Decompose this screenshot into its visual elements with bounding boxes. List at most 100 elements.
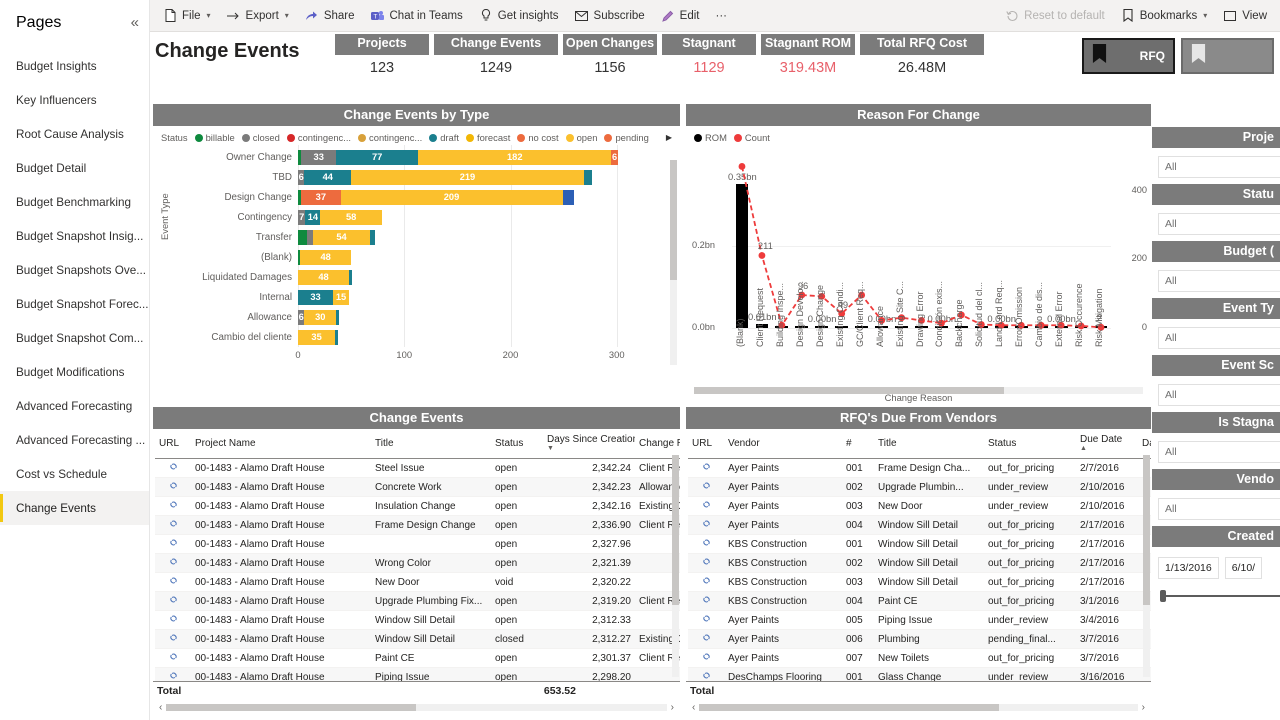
link-icon[interactable] [155, 477, 191, 497]
bar-segment[interactable] [336, 309, 340, 325]
table-row[interactable]: 00-1483 - Alamo Draft House Paint CE open 2… [155, 648, 680, 668]
column-header-url[interactable]: URL [688, 429, 724, 459]
toolbar-subscribe[interactable]: Subscribe [568, 6, 652, 26]
link-icon[interactable] [155, 572, 191, 592]
column-header-days-since-creation[interactable]: Days Since Creation ▼ [543, 429, 635, 459]
link-icon[interactable] [155, 553, 191, 573]
link-icon[interactable] [155, 629, 191, 649]
bar-row[interactable]: Allowance 6 30 [173, 307, 680, 327]
kpi-card-open-changes[interactable]: Open Changes 1156 [563, 34, 657, 76]
filter-dropdown[interactable]: All [1158, 327, 1280, 349]
link-icon[interactable] [688, 629, 724, 649]
legend-item-contingenc[interactable]: contingenc... [358, 132, 422, 143]
bar-segment[interactable]: 14 [305, 209, 321, 225]
table-row[interactable]: 00-1483 - Alamo Draft House Upgrade Plumb… [155, 591, 680, 611]
bar-row[interactable]: Design Change 37 209 [173, 187, 680, 207]
bar-segment[interactable] [583, 169, 593, 185]
bar-segment[interactable]: 77 [336, 149, 419, 165]
legend-item-contingenc[interactable]: contingenc... [286, 132, 351, 143]
bar-segment[interactable]: 54 [312, 229, 371, 245]
bar-segment[interactable]: 48 [300, 249, 352, 265]
bar-segment[interactable] [370, 229, 375, 245]
toolbar-view[interactable]: View [1216, 6, 1274, 26]
bar-row[interactable]: Owner Change 33 77 182 6 [173, 147, 680, 167]
date-end-input[interactable]: 6/10/ [1224, 557, 1263, 579]
link-icon[interactable] [155, 667, 191, 681]
toolbar-bookmarks[interactable]: Bookmarks ▾ [1114, 6, 1215, 26]
scroll-left-icon[interactable]: ‹ [692, 702, 695, 713]
bar-row[interactable]: Transfer 54 [173, 227, 680, 247]
sidebar-item-advanced-forecasting[interactable]: Advanced Forecasting [0, 389, 149, 423]
date-start-input[interactable]: 1/13/2016 [1158, 557, 1219, 579]
bar-row[interactable]: Internal 33 15 [173, 287, 680, 307]
bookmark-button-rfq[interactable]: RFQ [1082, 38, 1175, 74]
column-header-vendor[interactable]: Vendor [724, 429, 842, 459]
toolbar-get-insights[interactable]: Get insights [472, 6, 566, 26]
bookmark-button-secondary[interactable] [1181, 38, 1274, 74]
bar-segment[interactable]: 209 [340, 189, 563, 205]
toolbar-reset-to-default[interactable]: Reset to default [998, 6, 1112, 26]
table-row[interactable]: 00-1483 - Alamo Draft House Insulation Ch… [155, 496, 680, 516]
sidebar-item-budget-modifications[interactable]: Budget Modifications [0, 355, 149, 389]
sidebar-item-key-influencers[interactable]: Key Influencers [0, 83, 149, 117]
link-icon[interactable] [688, 667, 724, 681]
bar-segment[interactable]: 219 [351, 169, 584, 185]
table-row[interactable]: KBS Construction 002 Window Sill Detail out… [688, 553, 1151, 573]
legend-item-draft[interactable]: draft [429, 132, 459, 143]
link-icon[interactable] [155, 515, 191, 535]
table-row[interactable]: Ayer Paints 006 Plumbing pending_final... 3/… [688, 629, 1151, 649]
table-row[interactable]: 00-1483 - Alamo Draft House Window Sill D… [155, 629, 680, 649]
sidebar-item-budget-snapshots-ove[interactable]: Budget Snapshots Ove... [0, 253, 149, 287]
sidebar-item-budget-snapshot-com[interactable]: Budget Snapshot Com... [0, 321, 149, 355]
bar-segment[interactable]: 30 [304, 309, 337, 325]
slider-handle-left[interactable] [1160, 590, 1166, 602]
bar-segment[interactable]: 37 [301, 189, 341, 205]
rom-bar[interactable] [735, 183, 749, 328]
kpi-card-projects[interactable]: Projects 123 [335, 34, 429, 76]
bar-row[interactable]: Liquidated Damages 48 [173, 267, 680, 287]
filter-dropdown[interactable]: All [1158, 498, 1280, 520]
sidebar-item-change-events[interactable]: Change Events [0, 491, 149, 525]
column-header-status[interactable]: Status [491, 429, 543, 459]
link-icon[interactable] [155, 610, 191, 630]
legend-item-rom[interactable]: ROM [694, 132, 727, 143]
scroll-right-icon[interactable]: › [671, 702, 674, 713]
table-row[interactable]: 00-1483 - Alamo Draft House open 2,327.96 [155, 534, 680, 554]
kpi-card-stagnant-rom[interactable]: Stagnant ROM 319.43M [761, 34, 855, 76]
link-icon[interactable] [688, 515, 724, 535]
legend-item-open[interactable]: open [565, 132, 597, 143]
link-icon[interactable] [155, 648, 191, 668]
table-row[interactable]: Ayer Paints 007 New Toilets out_for_pricing… [688, 648, 1151, 668]
kpi-card-total-rfq-cost[interactable]: Total RFQ Cost 26.48M [860, 34, 984, 76]
filter-dropdown[interactable]: All [1158, 156, 1280, 178]
sidebar-item-budget-snapshot-forec[interactable]: Budget Snapshot Forec... [0, 287, 149, 321]
link-icon[interactable] [688, 458, 724, 478]
bar-segment[interactable]: 44 [304, 169, 352, 185]
toolbar-[interactable]: ··· [709, 7, 735, 25]
link-icon[interactable] [688, 648, 724, 668]
table-row[interactable]: Ayer Paints 002 Upgrade Plumbin... under_re… [688, 477, 1151, 497]
filter-dropdown[interactable]: All [1158, 270, 1280, 292]
legend-item-forecast[interactable]: forecast [465, 132, 510, 143]
legend-item-nocost[interactable]: no cost [517, 132, 559, 143]
table-row[interactable]: Ayer Paints 003 New Door under_review 2/10/2… [688, 496, 1151, 516]
bar-segment[interactable]: 33 [301, 149, 337, 165]
bar-segment[interactable] [298, 229, 307, 245]
link-icon[interactable] [155, 534, 191, 554]
table-row[interactable]: KBS Construction 004 Paint CE out_for_prici… [688, 591, 1151, 611]
sidebar-item-budget-snapshot-insig[interactable]: Budget Snapshot Insig... [0, 219, 149, 253]
kpi-card-change-events[interactable]: Change Events 1249 [434, 34, 558, 76]
bar-segment[interactable]: 182 [418, 149, 612, 165]
combo-horizontal-scrollbar[interactable] [694, 387, 1143, 394]
column-header-status[interactable]: Status [984, 429, 1076, 459]
sidebar-item-root-cause-analysis[interactable]: Root Cause Analysis [0, 117, 149, 151]
link-icon[interactable] [688, 591, 724, 611]
legend-item-count[interactable]: Count [733, 132, 770, 143]
column-header-title[interactable]: Title [371, 429, 491, 459]
table-row[interactable]: 00-1483 - Alamo Draft House New Door void 2… [155, 572, 680, 592]
toolbar-chat-in-teams[interactable]: T Chat in Teams [364, 6, 470, 26]
table-row[interactable]: 00-1483 - Alamo Draft House Piping Issue o… [155, 667, 680, 681]
table-row[interactable]: 00-1483 - Alamo Draft House Steel Issue op… [155, 458, 680, 478]
sidebar-item-advanced-forecasting[interactable]: Advanced Forecasting ... [0, 423, 149, 457]
legend-item-pending[interactable]: pending [604, 132, 649, 143]
